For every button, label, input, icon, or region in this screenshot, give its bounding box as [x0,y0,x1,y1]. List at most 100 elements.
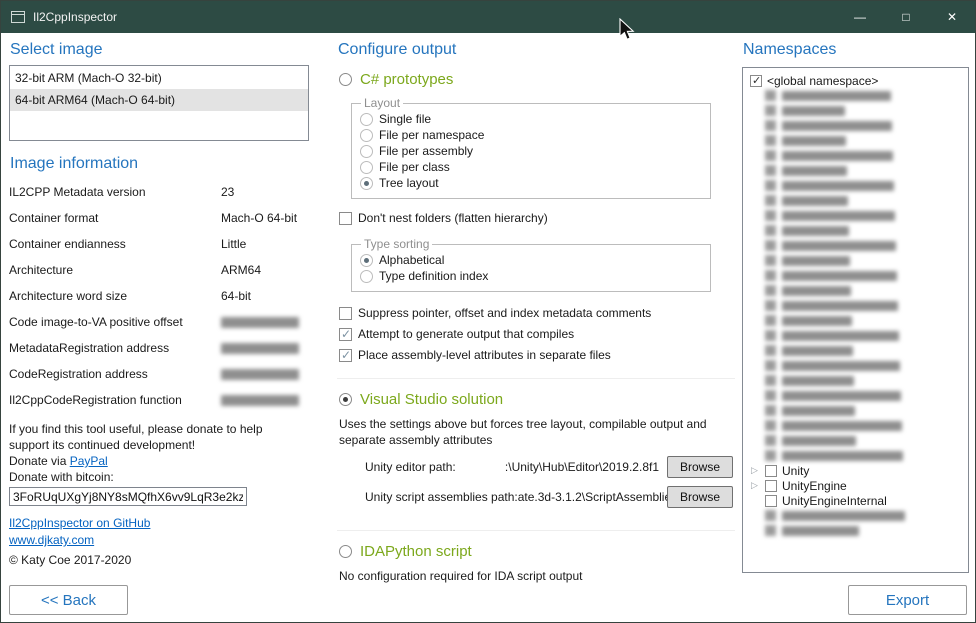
redacted-label [782,436,856,446]
idapython-radio[interactable]: IDAPython script [339,543,735,560]
namespace-row[interactable] [750,88,966,103]
info-row: ArchitectureARM64 [9,257,309,283]
flatten-checkbox[interactable]: Don't nest folders (flatten hierarchy) [339,209,735,227]
radio-icon [360,254,373,267]
redacted-checkbox [765,315,776,326]
namespace-list[interactable]: <global namespace> ▷Unity▷UnityEngineUnit… [742,67,969,573]
browse-button[interactable]: Browse [667,486,733,508]
namespace-row[interactable] [750,163,966,178]
radio-option[interactable]: Tree layout [360,175,702,191]
info-label: Code image-to-VA positive offset [9,315,221,329]
maximize-button[interactable]: □ [883,1,929,33]
namespace-row[interactable] [750,508,966,523]
namespace-row[interactable] [750,208,966,223]
namespace-row[interactable] [750,193,966,208]
image-listbox[interactable]: 32-bit ARM (Mach-O 32-bit)64-bit ARM64 (… [9,65,309,141]
redacted-label [782,301,898,311]
namespace-row[interactable] [750,373,966,388]
radio-icon [360,270,373,283]
radio-option[interactable]: File per class [360,159,702,175]
redacted-checkbox [765,525,776,536]
browse-button[interactable]: Browse [667,456,733,478]
namespace-row[interactable] [750,328,966,343]
website-link[interactable]: www.djkaty.com [9,533,94,547]
app-window: Il2CppInspector — □ ✕ Select image 32-bi… [0,0,976,623]
namespace-checkbox[interactable] [765,495,777,507]
image-list-item[interactable]: 64-bit ARM64 (Mach-O 64-bit) [10,89,308,111]
expander-icon[interactable]: ▷ [750,463,765,478]
namespace-checkbox[interactable] [765,480,777,492]
namespace-row[interactable] [750,283,966,298]
checkbox-label: Place assembly-level attributes in separ… [358,348,611,362]
namespace-row[interactable] [750,133,966,148]
namespace-row[interactable] [750,358,966,373]
namespace-row[interactable] [750,118,966,133]
namespace-checkbox[interactable] [765,465,777,477]
namespace-row[interactable] [750,523,966,538]
namespace-row[interactable] [750,223,966,238]
checkbox-option[interactable]: Place assembly-level attributes in separ… [339,346,735,364]
redacted-label [782,331,899,341]
minimize-button[interactable]: — [837,1,883,33]
namespace-row[interactable] [750,238,966,253]
redacted-checkbox [765,450,776,461]
checkbox-icon [339,307,352,320]
namespace-row[interactable] [750,418,966,433]
namespace-row[interactable] [750,268,966,283]
github-link[interactable]: Il2CppInspector on GitHub [9,516,150,530]
radio-option[interactable]: Alphabetical [360,252,702,268]
namespace-row[interactable] [750,313,966,328]
back-button[interactable]: << Back [9,585,128,615]
namespace-row[interactable] [750,403,966,418]
namespace-row[interactable] [750,388,966,403]
type-sorting-caption: Type sorting [361,237,432,251]
radio-icon [360,177,373,190]
radio-option[interactable]: File per namespace [360,127,702,143]
bitcoin-address-input[interactable] [9,487,247,506]
csharp-prototypes-radio[interactable]: C# prototypes [339,71,735,88]
radio-icon [339,73,352,86]
radio-option[interactable]: Type definition index [360,268,702,284]
idapython-label: IDAPython script [360,543,472,560]
namespace-row[interactable] [750,148,966,163]
namespace-checkbox[interactable] [750,75,762,87]
info-row: IL2CPP Metadata version23 [9,179,309,205]
namespace-row[interactable] [750,433,966,448]
links-block: Il2CppInspector on GitHub www.djkaty.com [9,516,309,550]
checkbox-option[interactable]: Attempt to generate output that compiles [339,325,735,343]
radio-option[interactable]: File per assembly [360,143,702,159]
checkbox-option[interactable]: Suppress pointer, offset and index metad… [339,304,735,322]
redacted-value [221,343,299,354]
info-value: ARM64 [221,263,309,277]
namespace-row[interactable]: ▷Unity [750,463,966,478]
redacted-label [782,151,893,161]
export-button[interactable]: Export [848,585,967,615]
visual-studio-description: Uses the settings above but forces tree … [339,416,731,448]
titlebar[interactable]: Il2CppInspector — □ ✕ [1,1,975,33]
redacted-label [782,106,845,116]
redacted-label [782,346,853,356]
expander-icon[interactable]: ▷ [750,478,765,493]
layout-group: Layout Single fileFile per namespaceFile… [351,96,711,199]
namespace-row[interactable] [750,253,966,268]
redacted-label [782,406,855,416]
namespace-row[interactable] [750,343,966,358]
namespace-row[interactable] [750,448,966,463]
namespace-row[interactable] [750,298,966,313]
visual-studio-radio[interactable]: Visual Studio solution [339,391,735,408]
paypal-prefix: Donate via [9,454,70,468]
image-list-item[interactable]: 32-bit ARM (Mach-O 32-bit) [10,67,308,89]
close-button[interactable]: ✕ [929,1,975,33]
redacted-label [782,511,905,521]
radio-option[interactable]: Single file [360,111,702,127]
select-image-heading: Select image [10,41,309,59]
namespace-row[interactable]: UnityEngineInternal [750,493,966,508]
namespace-row[interactable] [750,103,966,118]
namespace-row[interactable] [750,178,966,193]
radio-label: File per assembly [379,144,473,158]
redacted-label [782,211,895,221]
namespace-row[interactable]: <global namespace> [750,73,966,88]
paypal-link[interactable]: PayPal [70,454,108,468]
info-label: CodeRegistration address [9,367,221,381]
namespace-row[interactable]: ▷UnityEngine [750,478,966,493]
